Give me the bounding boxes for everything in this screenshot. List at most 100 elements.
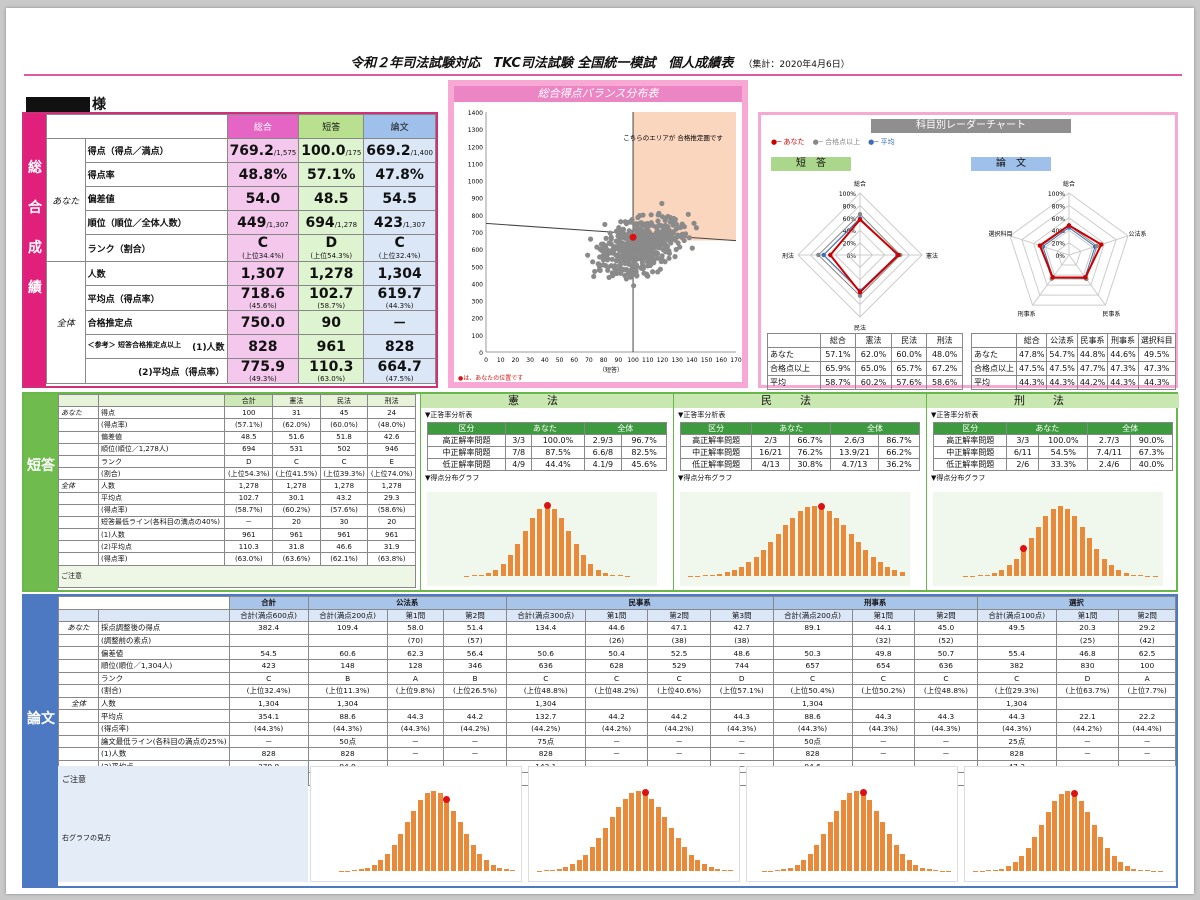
histogram-bar [497, 867, 503, 871]
histogram-bar [848, 533, 854, 576]
summary-value: C (上位32.4%) [363, 234, 436, 262]
summary-value: 54.5 [363, 186, 436, 211]
histogram-bar [794, 864, 800, 871]
histogram-bar [900, 853, 906, 871]
radar-point [857, 211, 863, 217]
subject-title: 憲法 [421, 394, 673, 408]
radar-table-head [971, 333, 1017, 348]
radar-series-0 [828, 218, 900, 294]
histogram-bar [451, 810, 456, 871]
histogram-bar [1028, 538, 1034, 576]
histogram-bar [977, 575, 983, 576]
scatter-point [664, 214, 670, 220]
scatter-point [633, 244, 639, 250]
histogram-bar [589, 847, 595, 871]
radar-legend-item: ●─ 平均 [868, 138, 895, 146]
short-side-label: 短答 [24, 394, 58, 590]
radar-pct-tick: 0% [1055, 253, 1065, 260]
essay-col-header: 第1問 [851, 608, 916, 623]
histogram-bar [464, 834, 470, 871]
radar-point [821, 252, 826, 258]
essay-notes: ご注意 右グラフの見方 [58, 766, 308, 882]
scatter-xtick: 150 [701, 357, 713, 364]
your-position-dot [629, 233, 637, 241]
scatter-point [607, 230, 613, 236]
subject-panel: 刑法 ▼正答率分析表 区分 あなた 全体 高正解率問題 3/3 100.0% 2.7/3 90.0… [926, 394, 1179, 590]
summary-table: 総合 短答 論文 あなた 得点（得点／満点） 769.2/1,575 100.0/175 66… [46, 114, 436, 384]
scatter-point [662, 226, 668, 232]
histogram-bar [1065, 508, 1071, 576]
radar-panel: 科目別レーダーチャート ●─ あなた ●─ 合格点以上 ●─ 平均 短 答 論 文 … [758, 112, 1178, 390]
scatter-point [601, 244, 607, 250]
histogram-bar [775, 533, 781, 576]
summary-row-label: 得点率 [84, 162, 228, 187]
histogram-bar [500, 563, 506, 576]
radar-table-row: あなた 57.1% 62.0% 60.0% 48.0% [767, 347, 963, 362]
radar-point [1066, 223, 1072, 228]
summary-section: 総合成績 総合 短答 論文 あなた 得点（得点／満点） 769.2/1,575 100.0/… [22, 112, 438, 388]
summary-value: 750.0 [226, 310, 300, 335]
short-row: あなた 得点 100 31 45 24 [58, 406, 416, 420]
histogram-bar [609, 817, 615, 871]
scatter-ytick: 800 [472, 213, 484, 220]
histogram-bar [992, 869, 998, 871]
histogram-bar [1123, 572, 1129, 576]
scatter-ytick: 500 [472, 264, 484, 271]
histogram-bar [887, 834, 892, 871]
scatter-point [621, 251, 627, 257]
histogram-bar [1079, 526, 1085, 576]
histogram-bar [826, 511, 832, 576]
short-row: (2)平均点 110.3 31.8 46.6 31.9 [58, 540, 416, 554]
histogram-bar [926, 869, 932, 871]
essay-col-header: 合計(満点300点) [505, 608, 586, 623]
scatter-xtick: 30 [526, 357, 534, 364]
radar-axis-label: 民事系 [1102, 310, 1120, 318]
radar-point [857, 290, 863, 295]
summary-row: ＜参考＞ 短答合格推定点以上 (1)人数 828 961 828 [47, 334, 436, 359]
score-histogram [933, 492, 1163, 586]
radar-pct-tick: 100% [1048, 191, 1065, 198]
histogram-bar [709, 574, 715, 576]
histogram-bar [371, 864, 377, 871]
histogram-bar [1025, 848, 1031, 871]
essay-row: (得点率) (44.3%) (44.3%) (44.3%) (44.2%) (44.2%)… [58, 721, 1176, 736]
analysis-row: 低正解率問題 4/13 30.8% 4.7/13 36.2% [679, 458, 920, 471]
radar-table-row: 平均 44.3% 44.3% 44.2% 44.3% 44.3% [971, 375, 1176, 390]
scatter-ytick: 100 [472, 333, 484, 340]
histogram-bar [774, 870, 780, 871]
your-score-dot [543, 502, 551, 509]
histogram-bar [431, 791, 437, 871]
essay-group-header: 公法系 [307, 596, 507, 610]
analysis-row: 中正解率問題 16/21 76.2% 13.9/21 66.2% [679, 446, 920, 459]
histogram-bar [655, 806, 661, 871]
scatter-point [691, 220, 697, 226]
histogram-bar [1050, 508, 1056, 576]
histogram-bar [522, 530, 528, 576]
histogram-bar [1098, 837, 1104, 871]
analysis-row: 中正解率問題 7/8 87.5% 6.6/8 82.5% [426, 446, 667, 459]
histogram-bar [834, 517, 839, 576]
essay-col-header: 第2問 [443, 608, 507, 623]
scatter-point [605, 267, 611, 273]
recipient-name: 様 [26, 94, 106, 114]
scatter-ytick: 900 [472, 196, 484, 203]
radar-legend-item: ●─ あなた [771, 138, 805, 146]
scatter-point [651, 242, 657, 248]
scatter-point [623, 266, 629, 273]
summary-row: あなた 得点（得点／満点） 769.2/1,575 100.0/175 669.2/1,… [46, 138, 436, 262]
histogram-bar [913, 864, 919, 871]
short-radar-table: 総合 憲法 民法 刑法 あなた 57.1% 62.0% 60.0% 48.0% 合格点以上 65.9… [767, 333, 963, 390]
short-row: (得点率) (63.0%) (63.6%) (62.1%) (63.8%) [58, 552, 416, 566]
histogram-bar [603, 827, 608, 871]
scatter-point [650, 260, 656, 266]
histogram-bar [576, 860, 582, 871]
histogram-bar [437, 793, 443, 871]
scatter-point [585, 252, 591, 258]
histogram-bar [391, 845, 397, 871]
scatter-point [600, 253, 606, 259]
scatter-xtick: 10 [497, 357, 505, 364]
score-histogram [427, 492, 657, 586]
scatter-point [590, 259, 596, 265]
histogram-bar [1118, 862, 1124, 871]
radar-legend: ●─ あなた ●─ 合格点以上 ●─ 平均 [771, 137, 903, 147]
